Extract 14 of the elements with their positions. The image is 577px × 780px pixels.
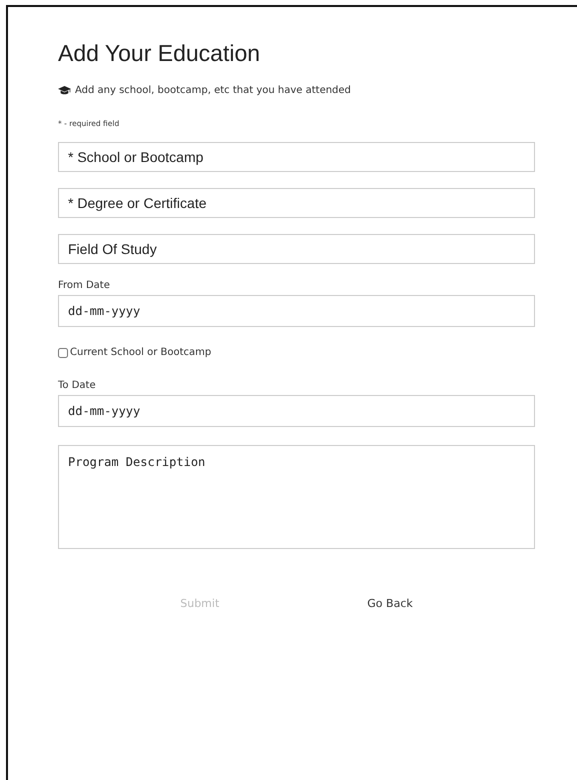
checkbox-label: Current School or Bootcamp <box>70 347 212 358</box>
field-label: From Date <box>58 280 111 291</box>
field-label: To Date <box>58 380 97 391</box>
date-field[interactable]: dd-mm-yyyy <box>58 395 535 427</box>
text-field[interactable]: * School or Bootcamp <box>58 142 535 172</box>
page-title: Add Your Education <box>58 40 262 67</box>
description-field[interactable]: Program Description <box>58 445 535 549</box>
checkbox[interactable] <box>58 348 68 358</box>
back-button[interactable]: Go Back <box>363 595 417 612</box>
subtitle: Add any school, bootcamp, etc that you have attended <box>75 85 351 96</box>
date-field[interactable]: dd-mm-yyyy <box>58 295 535 327</box>
text-field[interactable]: * Degree or Certificate <box>58 188 535 218</box>
graduation-cap-icon <box>58 86 71 95</box>
text-field[interactable]: Field Of Study <box>58 234 535 264</box>
